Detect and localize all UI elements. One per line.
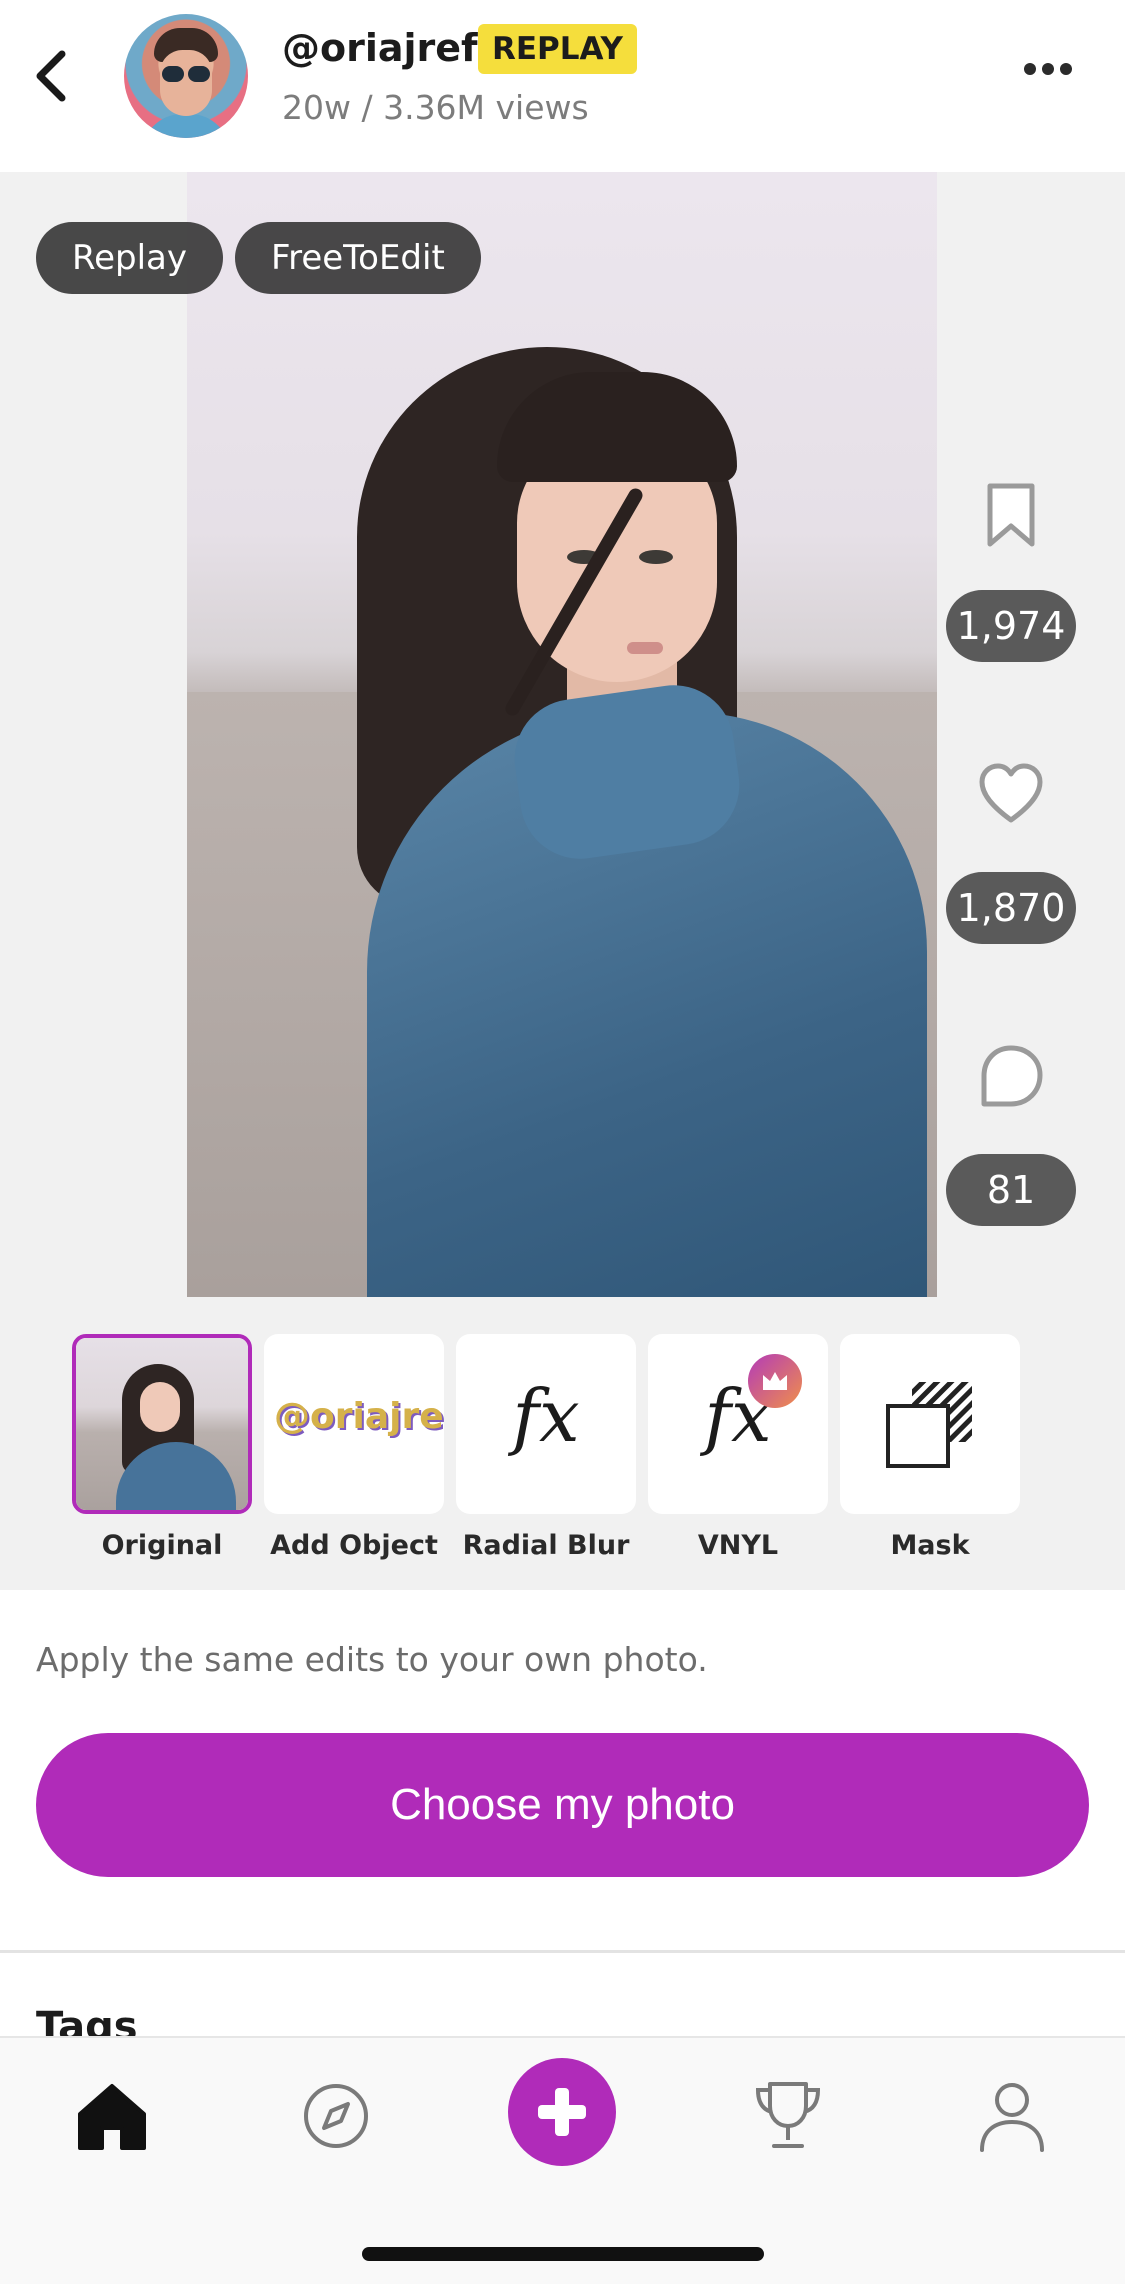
mask-icon [886,1382,972,1468]
tab-add[interactable] [508,2058,616,2166]
explore-icon [304,2084,368,2148]
mask-thumbnail[interactable] [840,1334,1020,1514]
vnyl-thumbnail[interactable]: fx [648,1334,828,1514]
like-count: 1,870 [946,872,1076,944]
bookmark-icon [987,483,1035,547]
step-original[interactable]: Original [72,1334,252,1561]
username[interactable]: @oriajref [282,26,478,70]
post-photo[interactable] [187,172,937,1297]
chevron-left-icon [36,50,66,102]
back-button[interactable] [28,44,74,108]
divider [0,1950,1125,1953]
step-vnyl[interactable]: fx VNYL [648,1334,828,1561]
premium-crown-icon [748,1354,802,1408]
home-icon [78,2084,146,2150]
step-mask[interactable]: Mask [840,1334,1020,1561]
add-icon [538,2088,586,2136]
step-label: Mask [890,1530,970,1561]
step-label: Original [101,1530,223,1561]
comment-button[interactable] [976,1042,1046,1112]
home-indicator [362,2247,764,2261]
original-thumbnail[interactable] [72,1334,252,1514]
oriajref-wordmark-icon: @oriajref [274,1396,444,1437]
header: @oriajref REPLAY 20w / 3.36M views [0,0,1125,172]
radial-blur-thumbnail[interactable]: fx [456,1334,636,1514]
more-options-button[interactable] [1024,60,1080,84]
step-label: Add Object [270,1530,438,1561]
trophy-icon [755,2082,821,2148]
edit-steps: Original @oriajref Add Object fx Radial … [0,1334,1125,1584]
replay-badge: REPLAY [478,24,637,74]
chip-freetoedit[interactable]: FreeToEdit [235,222,481,294]
replay-screen: @oriajref REPLAY 20w / 3.36M views Repla… [0,0,1125,2284]
tab-challenges[interactable] [748,2076,828,2156]
save-button[interactable] [976,480,1046,550]
post-meta: 20w / 3.36M views [282,88,589,127]
step-add-object[interactable]: @oriajref Add Object [264,1334,444,1561]
comment-bubble-icon [981,1045,1043,1107]
comment-count: 81 [946,1154,1076,1226]
save-count: 1,974 [946,590,1076,662]
tab-home[interactable] [72,2076,152,2156]
choose-my-photo-button[interactable]: Choose my photo [36,1733,1089,1877]
fx-icon: fx [512,1374,580,1458]
heart-icon [979,763,1043,823]
add-object-thumbnail[interactable]: @oriajref [264,1334,444,1514]
post-area: Replay FreeToEdit 1,974 1,870 81 Origina… [0,172,1125,1590]
chip-replay[interactable]: Replay [36,222,223,294]
like-button[interactable] [976,760,1046,830]
more-dots-icon [1024,63,1036,75]
tab-profile[interactable] [972,2076,1052,2156]
step-radial-blur[interactable]: fx Radial Blur [456,1334,636,1561]
avatar[interactable] [124,14,248,138]
step-label: Radial Blur [462,1530,630,1561]
profile-icon [980,2083,1044,2152]
tab-explore[interactable] [296,2076,376,2156]
step-label: VNYL [697,1530,779,1561]
apply-edits-text: Apply the same edits to your own photo. [36,1640,708,1679]
